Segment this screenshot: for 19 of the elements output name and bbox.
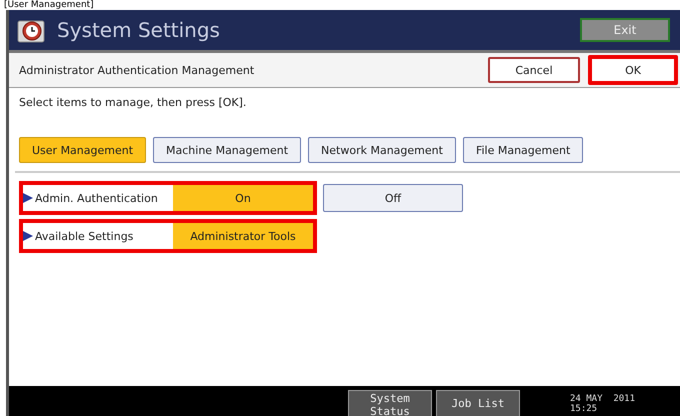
time-text: 15:25 [570, 404, 598, 414]
tab[interactable]: File Management [462, 137, 584, 163]
option-button[interactable]: Off [323, 184, 463, 212]
screen-title: Administrator Authentication Management [19, 64, 256, 76]
cancel-button[interactable]: Cancel [488, 57, 580, 83]
option-button[interactable]: Administrator Tools [173, 223, 313, 249]
status-button[interactable]: System Status [348, 390, 432, 416]
tab[interactable]: User Management [19, 137, 146, 163]
triangle-icon [23, 193, 33, 203]
ok-button[interactable]: OK [588, 55, 678, 85]
triangle-icon [23, 231, 33, 241]
tab[interactable]: Network Management [308, 137, 456, 163]
tab[interactable]: Machine Management [153, 137, 302, 163]
instruction-text: Select items to manage, then press [OK]. [19, 96, 248, 109]
caption: [User Management] [3, 0, 95, 10]
date-text: 24 MAY 2011 [570, 394, 636, 404]
status-button[interactable]: Job List [436, 390, 520, 416]
window-title: System Settings [57, 18, 221, 42]
option-button[interactable]: On [173, 185, 313, 211]
